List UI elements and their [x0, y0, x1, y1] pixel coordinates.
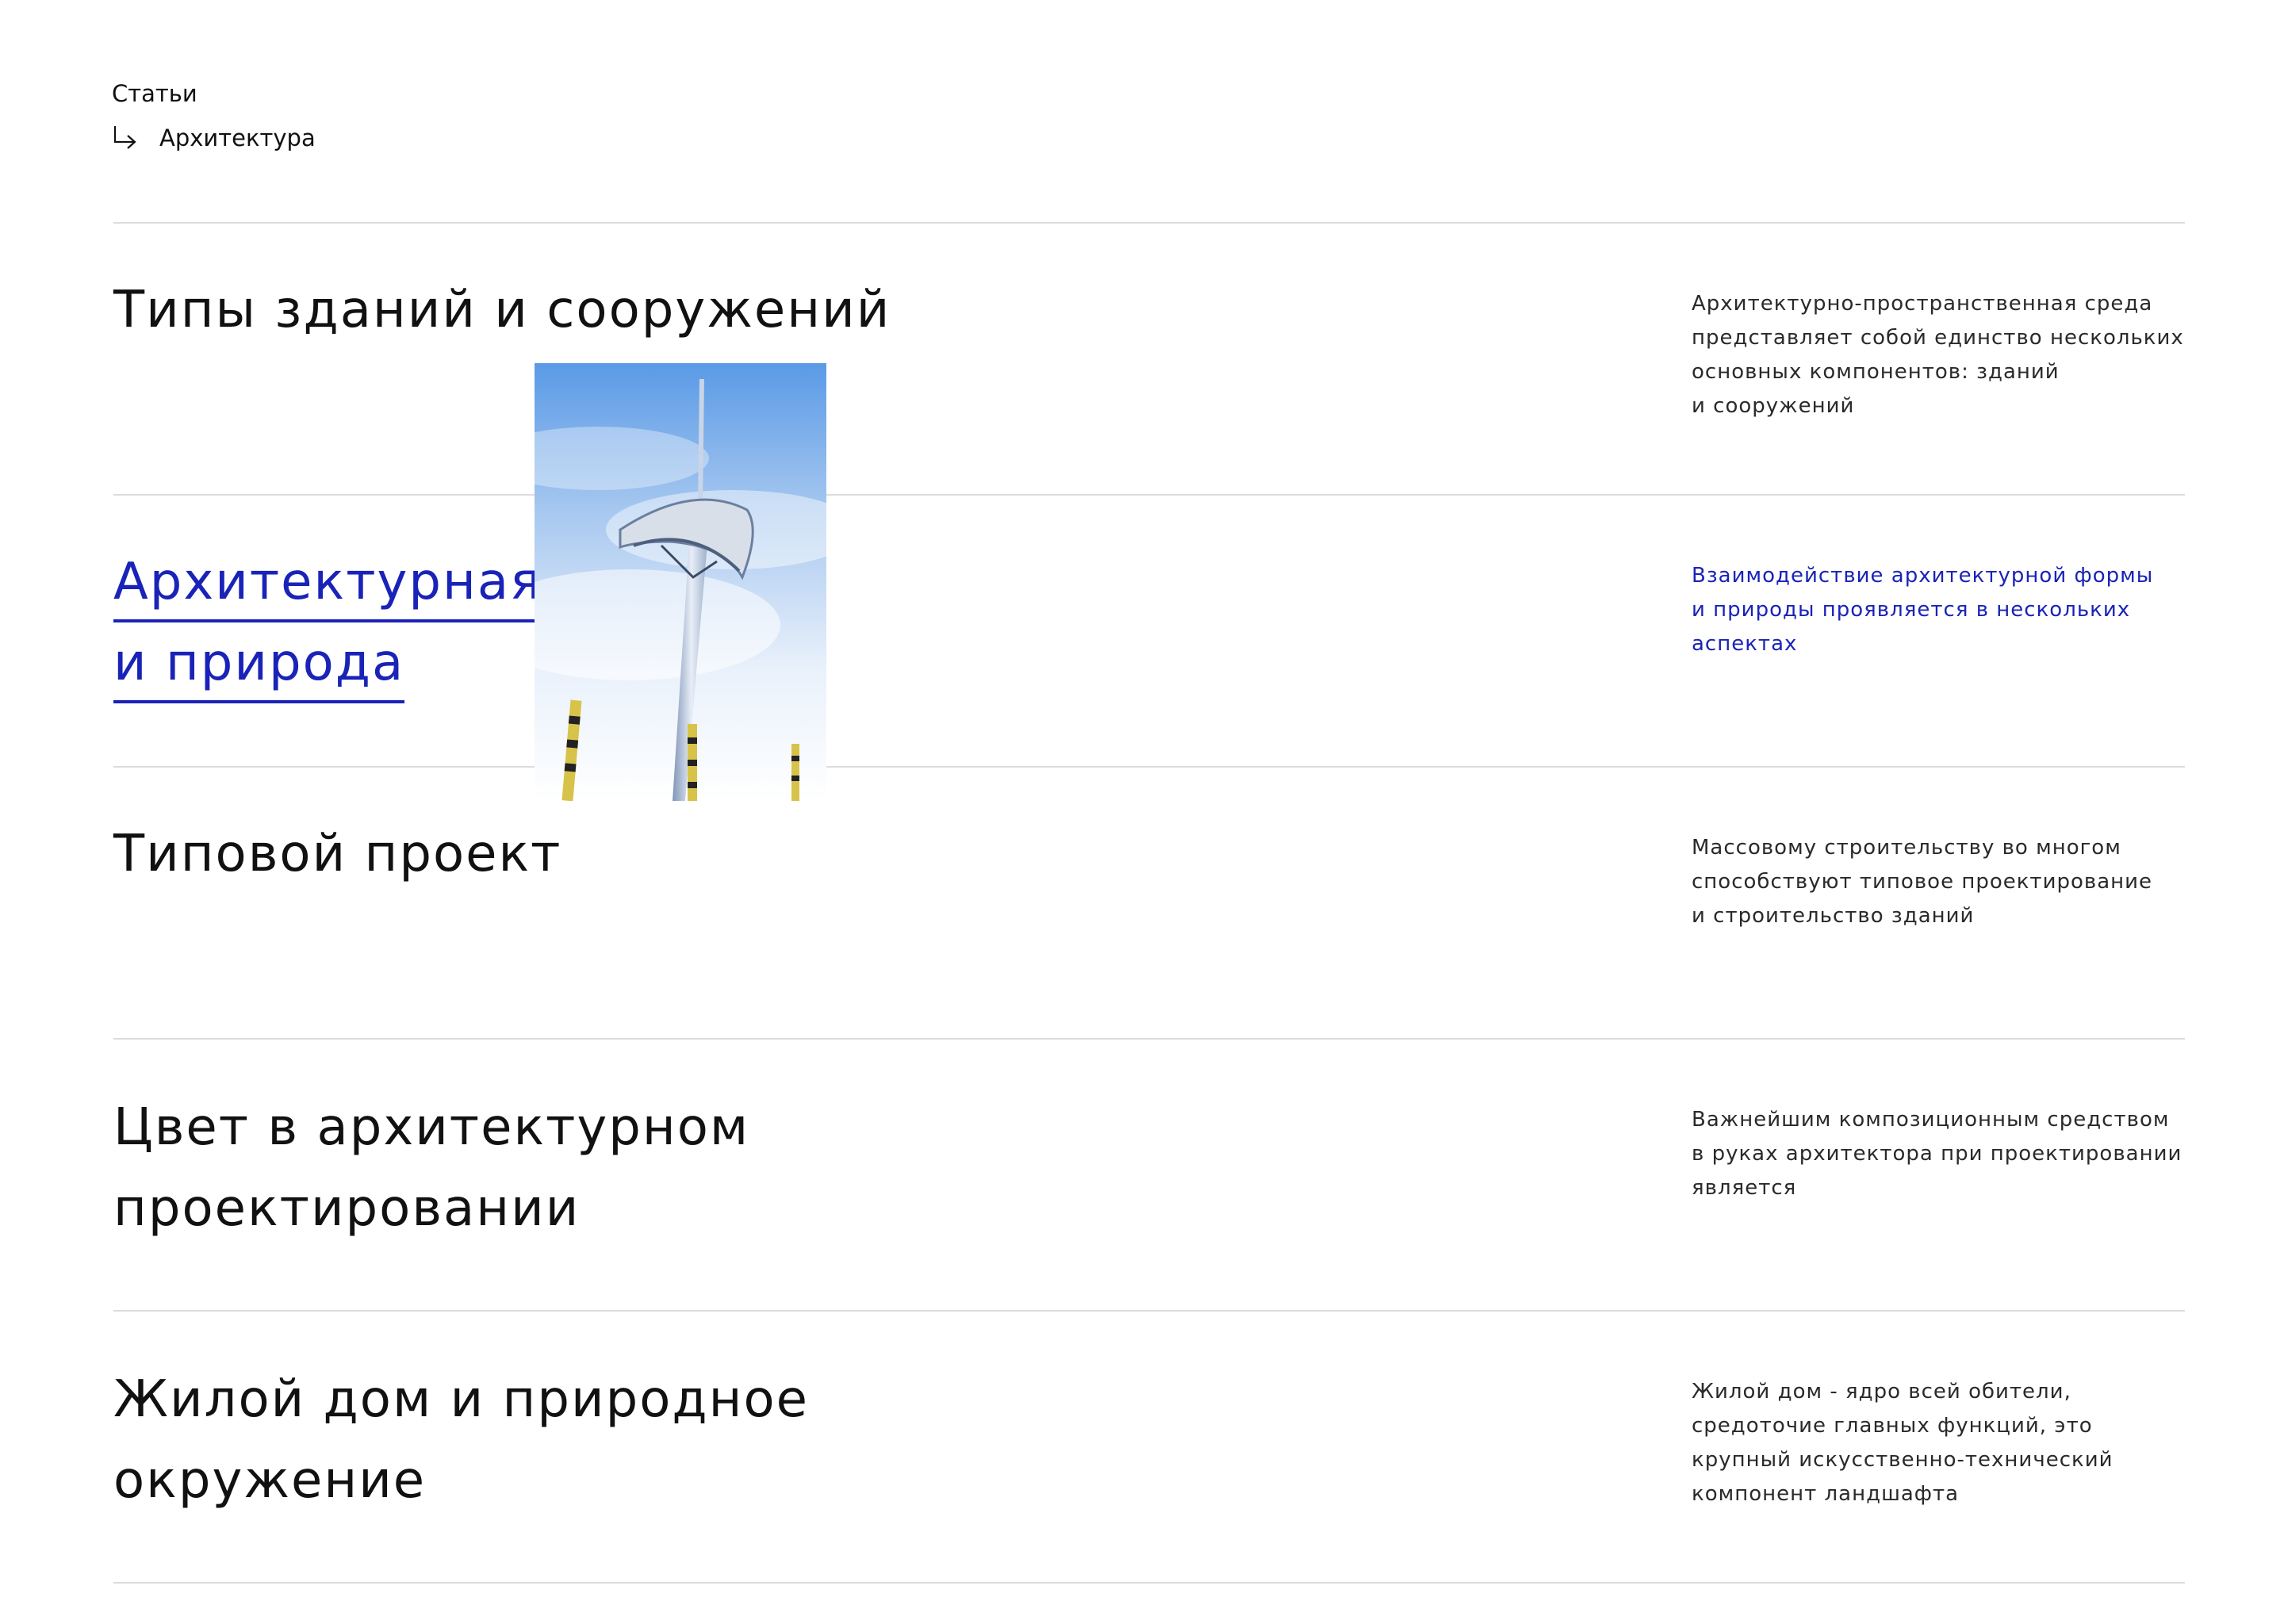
breadcrumb: Статьи Архитектура — [112, 76, 316, 155]
article-row[interactable]: Типовой проект Массовому строительству в… — [113, 768, 2185, 1040]
article-title[interactable]: Жилой дом и природное окружение — [113, 1359, 986, 1521]
breadcrumb-item-architecture[interactable]: Архитектура — [159, 121, 316, 155]
article-description: Жилой дом - ядро всей обители, средоточи… — [1692, 1380, 2113, 1506]
breadcrumb-current: Архитектура — [112, 121, 316, 155]
article-row[interactable]: Жилой дом и природное окружение Жилой до… — [113, 1312, 2185, 1584]
article-description: Взаимодействие архитектурной формы и при… — [1692, 564, 2154, 656]
article-description: Важнейшим композиционным средством в рук… — [1692, 1108, 2182, 1200]
article-row[interactable]: Цвет в архитектурном проектировании Важн… — [113, 1040, 2185, 1312]
article-title[interactable]: Типы зданий и сооружений — [113, 270, 986, 350]
article-description: Массовому строительству во многом способ… — [1692, 836, 2153, 928]
article-list: Типы зданий и сооружений Архитектурно-пр… — [113, 222, 2185, 1584]
article-title-line: Архитектурная форма — [113, 553, 744, 622]
article-title-line: и природа — [113, 634, 405, 703]
article-description: Архитектурно-пространственная среда пред… — [1692, 292, 2184, 418]
article-row-active[interactable]: Архитектурная форма и природа Взаимодейс… — [113, 496, 2185, 768]
article-title-active[interactable]: Архитектурная форма и природа — [113, 542, 986, 703]
article-title[interactable]: Цвет в архитектурном проектировании — [113, 1087, 986, 1249]
article-title[interactable]: Типовой проект — [113, 814, 986, 894]
article-row[interactable]: Типы зданий и сооружений Архитектурно-пр… — [113, 224, 2185, 496]
corner-down-right-arrow-icon — [112, 124, 139, 151]
breadcrumb-link-articles[interactable]: Статьи — [112, 76, 316, 111]
